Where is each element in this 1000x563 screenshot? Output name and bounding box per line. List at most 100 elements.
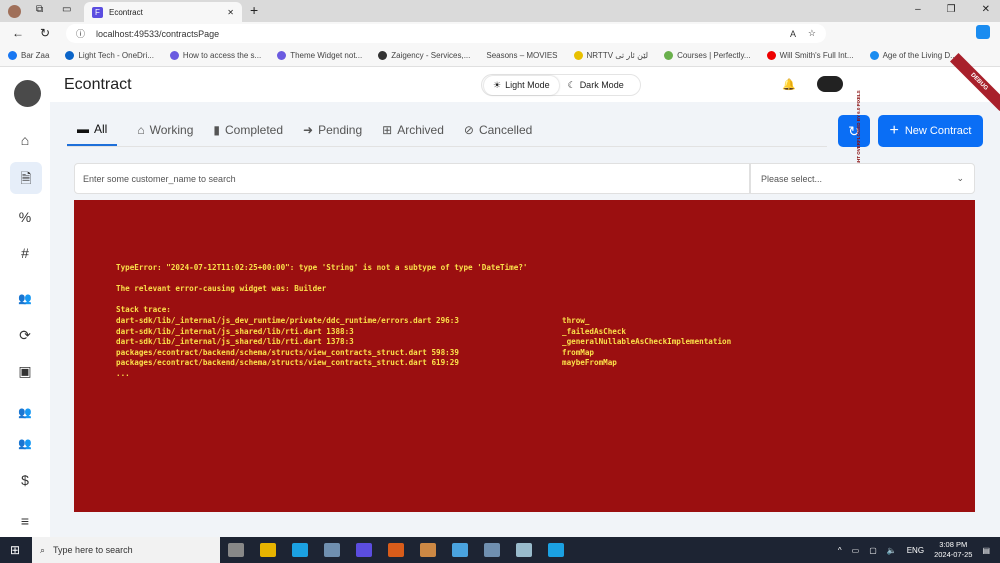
archived-icon: ⊞ bbox=[382, 123, 393, 137]
info-icon[interactable]: ⓘ bbox=[76, 27, 85, 40]
error-message: TypeError: "2024-07-12T11:02:25+00:00": … bbox=[116, 263, 528, 272]
sidebar: ⌂ 🗎 % # 👥 ⟳ ▣ 👥 👥 $ ≡ bbox=[0, 67, 50, 537]
chrome-canary-icon[interactable] bbox=[388, 543, 404, 557]
stack-frame: packages/econtract/backend/schema/struct… bbox=[116, 347, 595, 357]
moon-icon: ☾ bbox=[567, 79, 576, 90]
notifications-bell-icon[interactable]: 🔔 bbox=[778, 74, 800, 96]
notifications-icon[interactable]: ▤ bbox=[982, 546, 990, 555]
app-icon[interactable] bbox=[420, 543, 436, 557]
tab-title: Econtract bbox=[109, 7, 143, 17]
stack-title: Stack trace: bbox=[116, 305, 171, 315]
stack-frame: dart-sdk/lib/_internal/js_shared/lib/rti… bbox=[116, 326, 627, 336]
error-panel: TypeError: "2024-07-12T11:02:25+00:00": … bbox=[74, 200, 975, 512]
tab-pending[interactable]: ➜ Pending bbox=[303, 118, 362, 146]
close-window-icon[interactable]: ✕ bbox=[982, 4, 990, 15]
group-icon[interactable]: 👥 bbox=[16, 435, 34, 453]
users-icon[interactable]: 👥 bbox=[16, 290, 34, 308]
bookmark[interactable]: Will Smith's Full Int... bbox=[766, 51, 854, 60]
postgres-icon-2[interactable] bbox=[484, 543, 500, 557]
refresh-button[interactable]: ↻ bbox=[838, 115, 870, 147]
new-tab-icon[interactable]: + bbox=[250, 2, 258, 18]
error-widget: The relevant error-causing widget was: B… bbox=[116, 284, 327, 294]
url-text: localhost:49533/contractsPage bbox=[96, 28, 220, 39]
bookmark[interactable]: Courses | Perfectly... bbox=[664, 51, 751, 60]
bookmark[interactable]: Seasons – MOVIES bbox=[486, 51, 557, 60]
language[interactable]: ENG bbox=[907, 546, 924, 555]
bookmark[interactable]: Bar Zaa bbox=[8, 51, 49, 60]
favorite-icon[interactable]: ☆ bbox=[808, 28, 816, 39]
bookmark[interactable]: Theme Widget not... bbox=[277, 51, 362, 60]
edge-active-icon[interactable] bbox=[548, 543, 564, 557]
stack-ellipsis: ... bbox=[116, 368, 130, 378]
theme-toggle[interactable]: ☀ Light Mode ☾ Dark Mode bbox=[481, 74, 641, 96]
tabs-divider bbox=[67, 146, 827, 147]
browser-tab[interactable]: F Econtract ✕ bbox=[84, 2, 242, 22]
workspaces-icon[interactable]: ⧉ bbox=[36, 4, 43, 15]
tab-completed[interactable]: ▮ Completed bbox=[213, 118, 283, 146]
sync-icon[interactable]: ⟳ bbox=[16, 326, 34, 344]
profile-icon[interactable] bbox=[8, 5, 21, 18]
user-avatar[interactable] bbox=[817, 76, 843, 92]
tab-cancelled[interactable]: ⊘ Cancelled bbox=[464, 118, 532, 146]
bookmark[interactable]: Age of the Living D... bbox=[869, 51, 957, 60]
clock[interactable]: 3:08 PM 2024-07-25 bbox=[934, 540, 972, 560]
filter-select[interactable]: Please select... ⌄ bbox=[750, 163, 975, 194]
flutterflow-icon[interactable] bbox=[356, 543, 372, 557]
chevron-up-icon[interactable]: ^ bbox=[838, 546, 842, 555]
back-icon[interactable]: ← bbox=[12, 26, 24, 40]
postgres-icon[interactable] bbox=[324, 543, 340, 557]
edge-icon[interactable] bbox=[292, 543, 308, 557]
taskbar-search[interactable]: ⌕ Type here to search bbox=[32, 537, 220, 563]
bookmark[interactable]: How to access the s... bbox=[169, 51, 261, 60]
browser-tab-bar: ⧉ ▭ F Econtract ✕ + – ❐ ✕ bbox=[0, 0, 1000, 22]
stack-frame: packages/econtract/backend/schema/struct… bbox=[116, 358, 617, 368]
home-icon[interactable]: ⌂ bbox=[16, 131, 34, 149]
volume-icon[interactable]: 🔈 bbox=[887, 546, 897, 555]
copilot-icon[interactable] bbox=[976, 25, 990, 39]
system-tray: ^ ▭ ▢ 🔈 ENG 3:08 PM 2024-07-25 ▤ bbox=[838, 537, 990, 563]
plus-icon: + bbox=[889, 122, 899, 139]
minimize-icon[interactable]: – bbox=[915, 4, 921, 15]
dollar-icon[interactable]: $ bbox=[16, 471, 34, 489]
mail-icon[interactable] bbox=[452, 543, 468, 557]
tab-actions-icon[interactable]: ▭ bbox=[62, 4, 71, 15]
customer-search-input[interactable]: Enter some customer_name to search bbox=[74, 163, 750, 194]
network-icon[interactable]: ▭ bbox=[852, 546, 860, 555]
search-icon: ⌕ bbox=[40, 544, 46, 555]
close-tab-icon[interactable]: ✕ bbox=[227, 8, 234, 17]
percent-icon[interactable]: % bbox=[16, 208, 34, 226]
working-icon: ⌂ bbox=[137, 123, 145, 137]
stack-frame: dart-sdk/lib/_internal/js_shared/lib/rti… bbox=[116, 337, 732, 347]
chevron-down-icon: ⌄ bbox=[956, 173, 964, 183]
app-title: Econtract bbox=[64, 76, 132, 93]
task-view-icon[interactable] bbox=[228, 543, 244, 557]
bookmark[interactable]: Light Tech - OneDri... bbox=[65, 51, 154, 60]
url-input[interactable]: ⓘ localhost:49533/contractsPage A ☆ bbox=[66, 24, 826, 43]
restore-icon[interactable]: ❐ bbox=[947, 4, 956, 15]
new-contract-button[interactable]: + New Contract bbox=[878, 115, 983, 147]
contracts-icon[interactable]: 🗎 bbox=[10, 162, 42, 194]
light-mode-option[interactable]: ☀ Light Mode bbox=[484, 75, 559, 95]
read-aloud-icon[interactable]: A bbox=[790, 29, 796, 39]
cancelled-icon: ⊘ bbox=[463, 123, 474, 137]
dark-mode-option[interactable]: ☾ Dark Mode bbox=[559, 76, 633, 95]
tab-archived[interactable]: ⊞ Archived bbox=[382, 118, 444, 146]
hash-icon[interactable]: # bbox=[16, 244, 34, 262]
refresh-icon[interactable]: ↻ bbox=[40, 26, 50, 40]
menu-icon[interactable]: ≡ bbox=[16, 512, 34, 530]
display-icon[interactable]: ▢ bbox=[869, 546, 877, 555]
tab-all[interactable]: ▬ All bbox=[67, 118, 118, 146]
app-icon-2[interactable] bbox=[516, 543, 532, 557]
bookmark[interactable]: NRTTV لێن ئار تی bbox=[573, 51, 648, 60]
report-icon[interactable]: ▣ bbox=[16, 362, 34, 380]
stack-frame: dart-sdk/lib/_internal/js_dev_runtime/pr… bbox=[116, 315, 590, 325]
bookmark[interactable]: Zaigency - Services,... bbox=[378, 51, 470, 60]
tab-working[interactable]: ⌂ Working bbox=[137, 118, 193, 146]
team-icon[interactable]: 👥 bbox=[16, 404, 34, 422]
status-tabs: ▬ All ⌂ Working ▮ Completed ➜ Pending ⊞ Archi… bbox=[67, 118, 532, 146]
all-icon: ▬ bbox=[77, 122, 89, 136]
windows-start-icon[interactable]: ⊞ bbox=[10, 543, 20, 557]
taskbar: ⊞ ⌕ Type here to search ^ ▭ ▢ 🔈 ENG 3:08 … bbox=[0, 537, 1000, 563]
file-explorer-icon[interactable] bbox=[260, 543, 276, 557]
bookmarks-bar: Bar Zaa Light Tech - OneDri... How to ac… bbox=[0, 45, 1000, 67]
